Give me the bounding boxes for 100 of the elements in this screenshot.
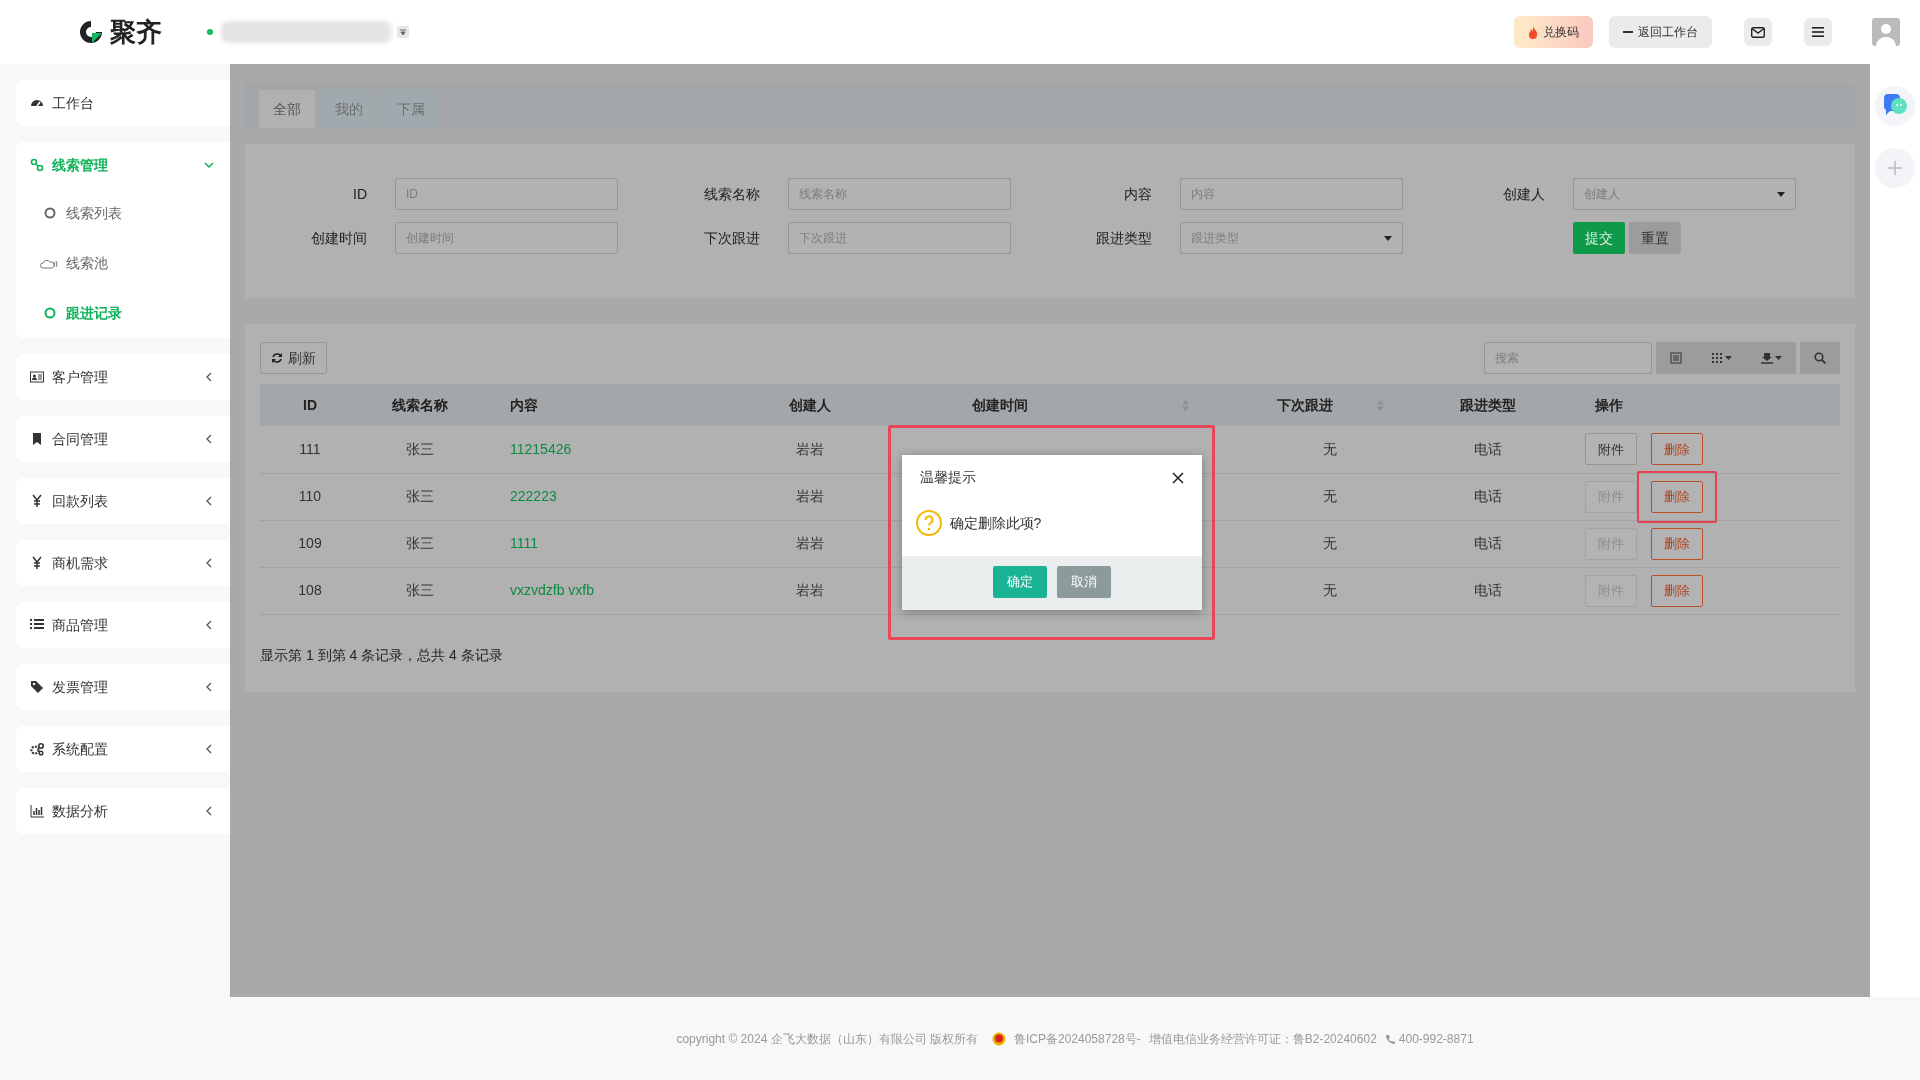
- caret-icon: [1774, 356, 1782, 360]
- reset-button[interactable]: 重置: [1628, 222, 1681, 254]
- column-header: 创建人: [789, 395, 831, 415]
- table-cell: 电话: [1473, 535, 1502, 551]
- submenu-item[interactable]: 线索列表: [16, 188, 230, 238]
- sidebar-item[interactable]: 线索管理: [16, 142, 230, 188]
- table-cell: 张三: [406, 582, 434, 598]
- tag-icon: [30, 680, 44, 694]
- refresh-button[interactable]: 刷新: [260, 342, 327, 374]
- column-header: ID: [303, 395, 317, 415]
- table-cell: 岩岩: [796, 582, 824, 598]
- status-dot: [207, 29, 213, 35]
- tab[interactable]: 全部: [259, 90, 315, 128]
- plus-icon: [1888, 161, 1902, 175]
- export-button[interactable]: [1746, 342, 1796, 374]
- sidebar-item[interactable]: 数据分析: [16, 788, 230, 834]
- table-cell: 111: [299, 440, 321, 457]
- circle-icon: [44, 207, 56, 219]
- table-cell: 无: [1323, 440, 1337, 457]
- column-header[interactable]: 下次跟进: [1276, 394, 1333, 416]
- sidebar-item[interactable]: 回款列表: [16, 478, 230, 524]
- police-badge-icon: [992, 1031, 1006, 1046]
- phone-icon: [1384, 1033, 1395, 1044]
- copyright-text: copyright © 2024 企飞大数据（山东）有限公司 版权所有: [676, 1030, 978, 1048]
- delete-button[interactable]: 删除: [1651, 527, 1703, 560]
- close-button[interactable]: [1171, 471, 1184, 484]
- table-cell: 张三: [406, 440, 434, 457]
- logo-icon: [78, 19, 104, 45]
- field-label: 下次跟进: [702, 228, 760, 248]
- chat-button[interactable]: [1875, 86, 1915, 126]
- yen-icon: [30, 494, 44, 508]
- download-icon: [1760, 352, 1773, 364]
- table-cell: 无: [1323, 582, 1337, 598]
- cloud-icon: [40, 257, 58, 269]
- grid-icon: [1710, 352, 1723, 364]
- field-label: ID: [352, 184, 367, 204]
- pagination-info: 显示第 1 到第 4 条记录，总共 4 条记录: [260, 646, 503, 663]
- caret-icon: [1724, 356, 1732, 360]
- submenu-item[interactable]: 跟进记录: [16, 288, 230, 338]
- back-button[interactable]: 返回工作台: [1609, 16, 1712, 48]
- redeem-button[interactable]: 兑换码: [1514, 16, 1593, 48]
- table-cell: 电话: [1473, 582, 1502, 598]
- field-label: 创建人: [1501, 184, 1545, 204]
- dialog-message: 确定删除此项?: [949, 513, 1042, 533]
- table-cell: 11215426: [510, 440, 572, 457]
- circle-icon: [44, 307, 56, 319]
- table-cell: 张三: [406, 488, 434, 504]
- avatar-icon: [1872, 18, 1900, 46]
- yen-icon: [30, 556, 44, 570]
- table-cell: 岩岩: [796, 440, 824, 457]
- app-logo: 聚齐: [110, 15, 162, 49]
- flame-icon: [1528, 25, 1538, 39]
- field-label: 跟进类型: [1095, 228, 1152, 248]
- search-button[interactable]: [1800, 342, 1840, 374]
- table-cell: 222223: [510, 488, 557, 504]
- bookmark-icon: [30, 432, 44, 446]
- sidebar-item[interactable]: 客户管理: [16, 354, 230, 400]
- sidebar-item[interactable]: 工作台: [16, 80, 230, 126]
- column-header: 跟进类型: [1459, 395, 1516, 415]
- list-view-icon: [1670, 352, 1682, 364]
- table-cell: 电话: [1473, 440, 1502, 457]
- attachment-button[interactable]: 附件: [1585, 433, 1637, 466]
- submenu-item[interactable]: 线索池: [16, 238, 230, 288]
- refresh-icon: [271, 352, 283, 364]
- dialog-title: 温馨提示: [919, 468, 976, 487]
- column-header: 操作: [1595, 395, 1623, 415]
- delete-button[interactable]: 删除: [1651, 480, 1703, 513]
- sidebar-item[interactable]: 发票管理: [16, 664, 230, 710]
- table-cell: 110: [298, 488, 322, 504]
- table-cell: vxzvdzfb vxfb: [510, 582, 595, 598]
- list-icon: [30, 618, 44, 632]
- table-cell: 岩岩: [796, 535, 824, 551]
- sidebar-item[interactable]: 合同管理: [16, 416, 230, 462]
- sidebar-item[interactable]: 商机需求: [16, 540, 230, 586]
- link-icon: [30, 158, 44, 172]
- field-label: 创建时间: [310, 228, 367, 248]
- column-header[interactable]: 创建时间: [971, 394, 1028, 416]
- mail-button[interactable]: [1744, 18, 1772, 46]
- sidebar-item[interactable]: 系统配置: [16, 726, 230, 772]
- table-cell: 109: [298, 535, 322, 551]
- close-icon: [1171, 471, 1184, 484]
- mail-icon: [1751, 26, 1765, 38]
- phone-text: 400-992-8871: [1398, 1030, 1474, 1048]
- confirm-button[interactable]: 确定: [992, 566, 1047, 598]
- sidebar-item[interactable]: 商品管理: [16, 602, 230, 648]
- column-header: 内容: [510, 395, 538, 415]
- field-label: 线索名称: [702, 184, 760, 204]
- caret-icon: [1384, 235, 1392, 241]
- column-header: 线索名称: [392, 395, 448, 415]
- menu-button[interactable]: [1804, 18, 1832, 46]
- delete-button[interactable]: 删除: [1651, 433, 1703, 466]
- cancel-button[interactable]: 取消: [1056, 566, 1111, 598]
- license-text: 增值电信业务经营许可证：鲁B2-20240602: [1148, 1030, 1377, 1048]
- caret-icon: [1776, 191, 1785, 197]
- table-cell: 无: [1323, 488, 1337, 504]
- dropdown-icon: [397, 26, 409, 38]
- submit-button[interactable]: 提交: [1572, 222, 1625, 254]
- icp-link[interactable]: 鲁ICP备2024058728号-: [1014, 1029, 1141, 1048]
- delete-button[interactable]: 删除: [1651, 574, 1703, 607]
- field-label: 内容: [1123, 184, 1152, 204]
